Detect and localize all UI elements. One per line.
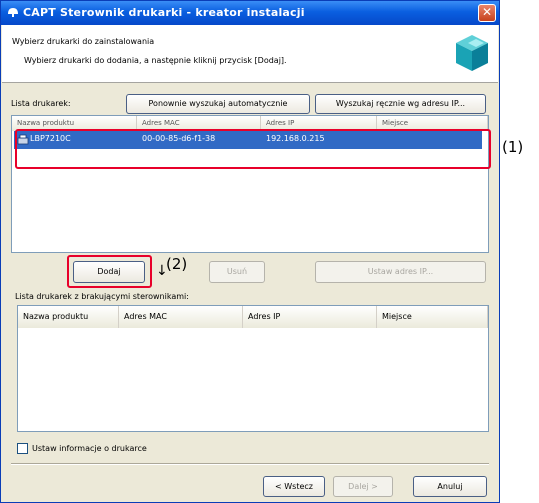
back-button[interactable]: < Wstecz: [263, 476, 325, 497]
next-button[interactable]: Dalej >: [333, 476, 393, 497]
callout-2: (2): [166, 255, 188, 273]
footer-divider: [11, 463, 489, 465]
missing-drivers-list[interactable]: Nazwa produktu Adres MAC Adres IP Miejsc…: [17, 305, 489, 432]
callout-1: (1): [502, 138, 524, 156]
window-title: CAPT Sterownik drukarki - kreator instal…: [23, 6, 305, 19]
header-subtitle: Wybierz drukarki do dodania, a następnie…: [24, 56, 287, 65]
printer-list-label: Lista drukarek:: [11, 99, 71, 108]
title-bar[interactable]: CAPT Sterownik drukarki - kreator instal…: [1, 1, 499, 25]
header-panel: Wybierz drukarki do zainstalowania Wybie…: [2, 25, 498, 83]
installer-window: CAPT Sterownik drukarki - kreator instal…: [0, 0, 500, 503]
column-header-mac[interactable]: Adres MAC: [119, 306, 243, 328]
column-header-name[interactable]: Nazwa produktu: [18, 306, 119, 328]
column-header-location[interactable]: Miejsce: [377, 306, 488, 328]
remove-button[interactable]: Usuń: [209, 261, 265, 283]
set-ip-address-button[interactable]: Ustaw adres IP...: [315, 261, 486, 283]
printer-info-checkbox-label[interactable]: Ustaw informacje o drukarce: [32, 444, 147, 453]
missing-drivers-label: Lista drukarek z brakującymi sterownikam…: [15, 292, 189, 301]
close-icon: ✕: [481, 5, 493, 19]
app-icon: [8, 8, 18, 17]
header-title: Wybierz drukarki do zainstalowania: [12, 37, 155, 46]
cancel-button[interactable]: Anuluj: [413, 476, 487, 497]
close-button[interactable]: ✕: [478, 4, 496, 22]
printer-cube-icon: [456, 35, 488, 71]
highlight-box-1: [15, 129, 491, 169]
highlight-box-2: [67, 255, 152, 288]
auto-search-button[interactable]: Ponownie wyszukaj automatycznie: [126, 94, 310, 114]
manual-search-button[interactable]: Wyszukaj ręcznie wg adresu IP...: [315, 94, 486, 114]
column-header-ip[interactable]: Adres IP: [243, 306, 377, 328]
printer-info-checkbox[interactable]: [17, 443, 28, 454]
